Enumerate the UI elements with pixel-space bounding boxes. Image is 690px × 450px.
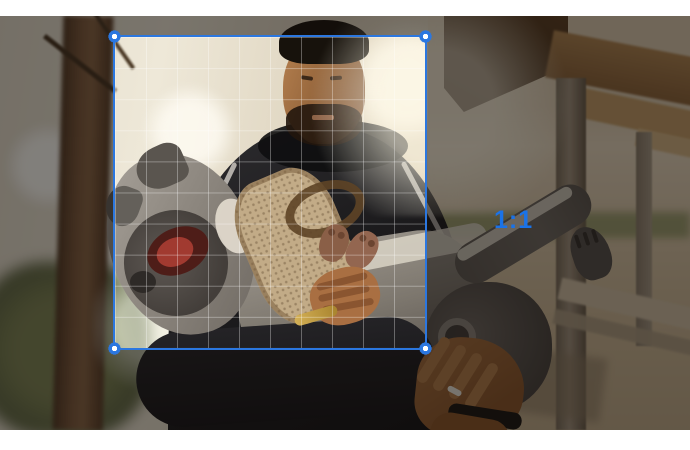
crop-handle-top-right[interactable] [419,30,432,43]
crop-box[interactable] [108,30,432,355]
dog-paw-toe [590,228,599,244]
aspect-ratio-label: 1:1 [494,206,534,234]
crop-handle-top-left[interactable] [108,30,121,43]
photo-image[interactable]: 1:1 [0,16,690,430]
dog-paw-toe [582,231,591,247]
photo-editor-canvas: 1:1 [0,0,690,450]
dog-paw-toe [573,234,582,249]
crop-handle-bottom-left[interactable] [108,342,121,355]
crop-handle-bottom-right[interactable] [419,342,432,355]
